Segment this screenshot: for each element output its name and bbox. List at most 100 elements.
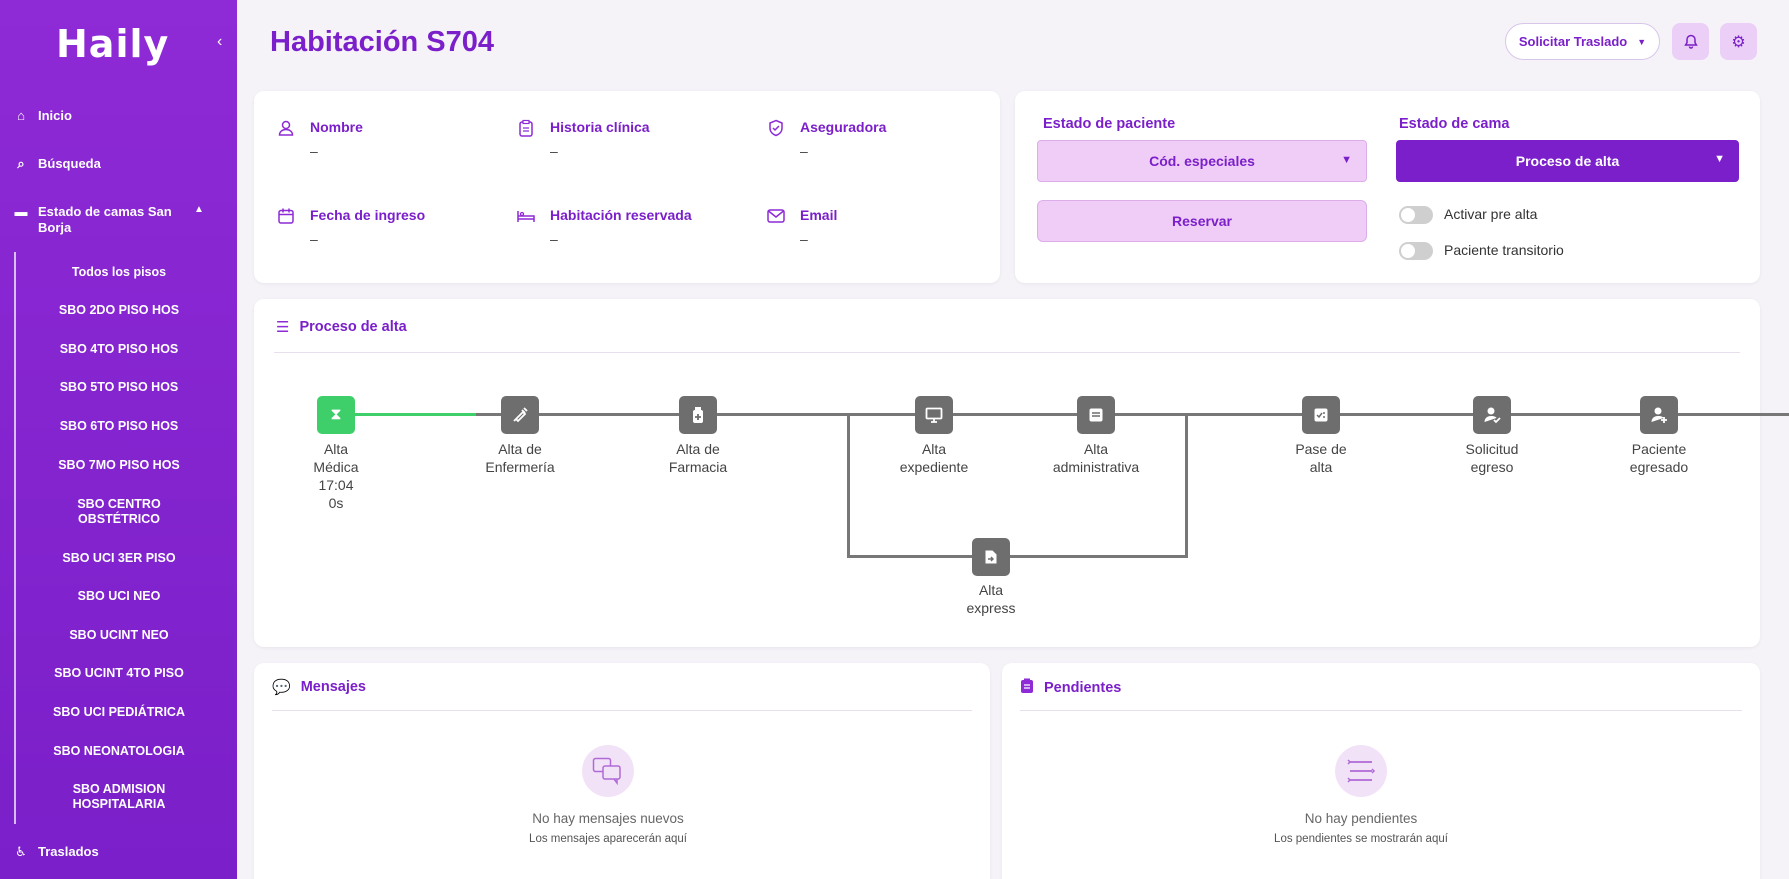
sidebar-item-label: Estado de camas San Borja	[38, 204, 172, 235]
user-check-icon[interactable]	[1473, 396, 1511, 434]
step-label: Alta de	[498, 441, 542, 457]
field-value: –	[310, 143, 318, 159]
reservar-button[interactable]: Reservar	[1037, 200, 1367, 242]
step-label: Paciente	[1631, 441, 1687, 457]
sidebar-floor-item[interactable]: SBO 4TO PISO HOS	[40, 342, 198, 357]
fecha-ingreso-field: Fecha de ingreso –	[276, 207, 425, 247]
sidebar-floor-item[interactable]: SBO UCI PEDIÁTRICA	[40, 705, 198, 720]
bed-icon: ▬	[14, 204, 28, 219]
step-time: 17:04	[318, 477, 354, 493]
caret-down-icon: ▼	[1341, 154, 1352, 166]
sidebar-item-inicio[interactable]: ⌂ Inicio	[14, 108, 72, 123]
field-label: Habitación reservada	[550, 207, 692, 223]
solicitar-traslado-button[interactable]: Solicitar Traslado ▼	[1505, 23, 1660, 60]
paciente-transitorio-label: Paciente transitorio	[1444, 242, 1564, 258]
estado-paciente-select[interactable]: Cód. especiales ▼	[1037, 140, 1367, 182]
user-plus-icon[interactable]	[1640, 396, 1678, 434]
section-title-text: Pendientes	[1044, 680, 1122, 696]
gear-icon[interactable]: ⚙	[1720, 23, 1757, 60]
sidebar-floor-item[interactable]: SBO UCI 3ER PISO	[40, 551, 198, 566]
estado-cama-select[interactable]: Proceso de alta ▼	[1396, 140, 1739, 182]
step-alta-administrativa: Alta administrativa	[1036, 440, 1156, 476]
sidebar-floor-item[interactable]: SBO UCI NEO	[40, 589, 198, 604]
email-field: Email –	[766, 207, 837, 247]
checklist-icon[interactable]	[1302, 396, 1340, 434]
habitacion-reservada-field: Habitación reservada –	[516, 207, 692, 247]
select-value: Cód. especiales	[1149, 153, 1255, 169]
pendientes-title: Pendientes	[1020, 678, 1121, 698]
submenu-line	[14, 252, 16, 824]
branch-line-left	[847, 413, 850, 558]
pre-alta-toggle[interactable]	[1399, 206, 1433, 224]
proceso-alta-card: ☰ Proceso de alta ⧗ Alta Médica 17:04 0s…	[254, 299, 1789, 647]
step-label: expediente	[899, 459, 969, 475]
sidebar-floor-item[interactable]: SBO UCINT 4TO PISO	[40, 666, 198, 681]
step-label: Enfermería	[485, 459, 555, 475]
syringe-icon[interactable]	[501, 396, 539, 434]
chat-icon: 💬	[272, 679, 291, 696]
section-title-text: Proceso de alta	[299, 319, 407, 335]
bed-icon	[516, 207, 536, 247]
clipboard-icon	[1020, 678, 1034, 698]
file-arrow-icon[interactable]	[972, 538, 1010, 576]
step-alta-enfermeria: Alta de Enfermería	[460, 440, 580, 476]
step-solicitud-egreso: Solicitud egreso	[1432, 440, 1552, 476]
user-icon	[276, 119, 296, 159]
pendientes-empty-icon	[1335, 745, 1387, 797]
sidebar-item-busqueda[interactable]: ⌕ Búsqueda	[14, 156, 100, 172]
sidebar-floor-item[interactable]: SBO 2DO PISO HOS	[40, 303, 198, 318]
sidebar-floor-item[interactable]: SBO UCINT NEO	[40, 628, 198, 643]
home-icon: ⌂	[17, 108, 25, 123]
sidebar-floor-item[interactable]: SBO ADMISION HOSPITALARIA	[40, 782, 198, 812]
step-pase-alta: Pase de alta	[1261, 440, 1381, 476]
aseguradora-field: Aseguradora –	[766, 119, 886, 159]
mail-icon	[766, 207, 786, 247]
step-alta-expediente: Alta expediente	[874, 440, 994, 476]
step-label: Médica	[313, 459, 359, 475]
divider	[272, 710, 972, 711]
wheelchair-icon: ♿	[15, 844, 27, 859]
branch-line-bottom	[847, 555, 1188, 558]
sidebar-item-traslados[interactable]: ♿ Traslados	[14, 844, 99, 860]
step-label: express	[966, 600, 1016, 616]
field-label: Email	[800, 207, 838, 223]
progress-line-complete	[336, 413, 476, 416]
step-label: Farmacia	[668, 459, 728, 475]
step-label: Solicitud	[1465, 441, 1519, 457]
step-label: Alta	[978, 582, 1004, 598]
sidebar-floor-item[interactable]: Todos los pisos	[40, 265, 198, 280]
step-label: egresado	[1629, 459, 1689, 475]
step-paciente-egresado: Paciente egresado	[1599, 440, 1719, 476]
chevron-left-icon[interactable]: ‹	[217, 33, 222, 51]
sidebar-floor-item[interactable]: SBO 7MO PISO HOS	[40, 458, 198, 473]
nombre-field: Nombre –	[276, 119, 363, 159]
step-duration: 0s	[328, 495, 344, 511]
sidebar-floor-item[interactable]: SBO 6TO PISO HOS	[40, 419, 198, 434]
empty-state-subtitle: Los pendientes se mostrarán aquí	[1274, 833, 1448, 845]
historia-field: Historia clínica –	[516, 119, 650, 159]
sidebar-floor-item[interactable]: SBO CENTRO OBSTÉTRICO	[40, 497, 198, 527]
document-icon[interactable]	[1077, 396, 1115, 434]
sidebar-floor-item[interactable]: SBO NEONATOLOGIA	[40, 744, 198, 759]
patient-info-card: Nombre – Historia clínica – Aseguradora …	[254, 91, 1000, 283]
empty-state-subtitle: Los mensajes aparecerán aquí	[529, 833, 687, 845]
messages-empty-icon	[582, 745, 634, 797]
button-label: Solicitar Traslado	[1518, 34, 1628, 49]
hourglass-icon[interactable]: ⧗	[317, 396, 355, 434]
clipboard-icon	[516, 119, 536, 159]
field-value: –	[800, 231, 808, 247]
empty-state-title: No hay pendientes	[1304, 811, 1418, 826]
monitor-icon[interactable]	[915, 396, 953, 434]
sidebar-item-estado-camas[interactable]: ▬ Estado de camas San Borja ▲	[14, 204, 214, 236]
paciente-transitorio-toggle[interactable]	[1399, 242, 1433, 260]
field-value: –	[310, 231, 318, 247]
sidebar-floor-item[interactable]: SBO 5TO PISO HOS	[40, 380, 198, 395]
medicine-icon[interactable]	[679, 396, 717, 434]
bell-icon[interactable]	[1672, 23, 1709, 60]
progress-line	[476, 413, 1789, 416]
mensajes-title: 💬 Mensajes	[272, 678, 366, 696]
estado-card: Estado de paciente Cód. especiales ▼ Res…	[1015, 91, 1760, 283]
sidebar-item-label: Traslados	[38, 844, 99, 859]
shield-icon	[766, 119, 786, 159]
step-label: administrativa	[1052, 459, 1140, 475]
